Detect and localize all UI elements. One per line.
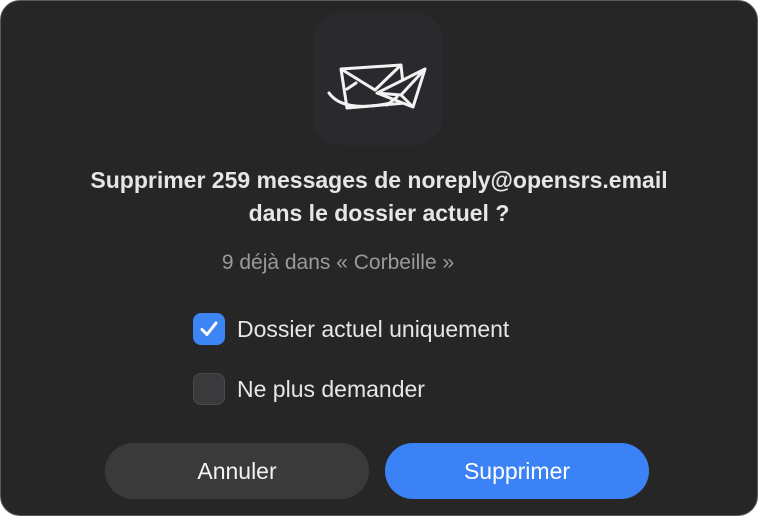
current-folder-only-label[interactable]: Dossier actuel uniquement (237, 316, 509, 343)
dialog-title-line1: Supprimer 259 messages de noreply@opensr… (90, 167, 668, 193)
delete-confirmation-dialog: Supprimer 259 messages de noreply@opensr… (0, 0, 758, 516)
dont-ask-again-label[interactable]: Ne plus demander (237, 376, 425, 403)
envelopes-icon (327, 63, 427, 110)
mail-app-icon (313, 13, 443, 145)
dont-ask-again-checkbox[interactable] (193, 373, 225, 405)
current-folder-only-checkbox[interactable] (193, 313, 225, 345)
checkmark-icon (200, 321, 218, 336)
option-dont-ask-again[interactable]: Ne plus demander (193, 373, 425, 405)
dialog-subtitle: 9 déjà dans « Corbeille » (221, 251, 455, 274)
dialog-title-line2: dans le dossier actuel ? (248, 200, 510, 226)
option-current-folder-only[interactable]: Dossier actuel uniquement (193, 313, 509, 345)
cancel-button[interactable]: Annuler (105, 443, 369, 499)
dialog-title: Supprimer 259 messages de noreply@opensr… (21, 164, 737, 230)
delete-button[interactable]: Supprimer (385, 443, 649, 499)
